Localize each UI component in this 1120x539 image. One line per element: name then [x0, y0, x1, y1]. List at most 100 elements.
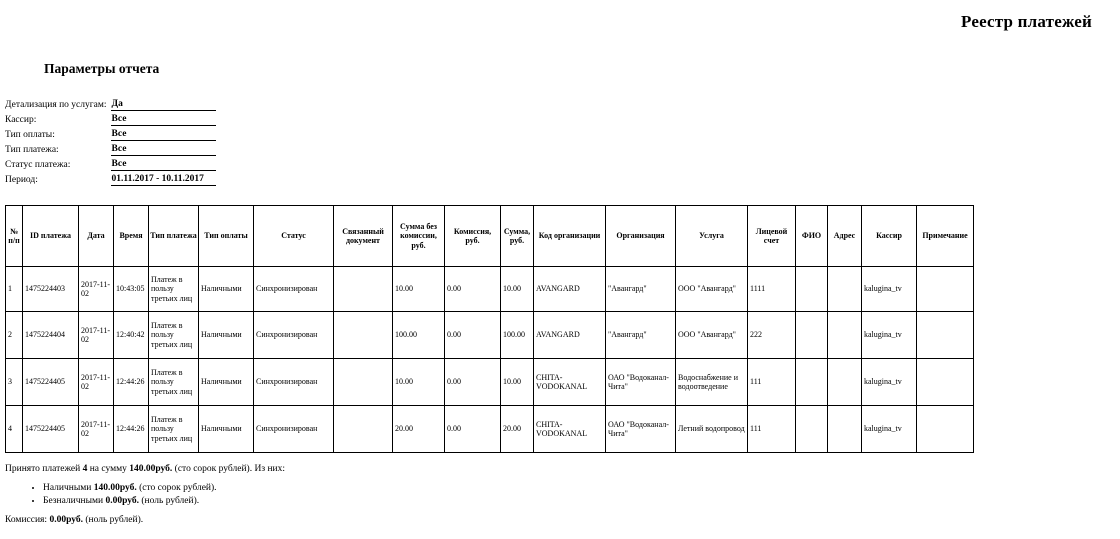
cell-payment-type: Платеж в пользу третьих лиц: [148, 266, 199, 312]
cell-time: 10:43:05: [113, 266, 149, 312]
cell-sum: 100.00: [500, 311, 534, 359]
cell-account: 222: [747, 311, 796, 359]
cell-cashier: kalugina_tv: [861, 266, 917, 312]
cell-address: [827, 358, 862, 406]
cell-commission: 0.00: [444, 311, 501, 359]
cell-time: 12:44:26: [113, 405, 149, 453]
cell-note: [916, 358, 974, 406]
cell-organization: ОАО "Водоканал-Чита": [605, 405, 676, 453]
cell-org-code: AVANGARD: [533, 266, 606, 312]
summary-total-count: 4: [82, 464, 88, 474]
cell-cashier: kalugina_tv: [861, 405, 917, 453]
payments-register-table: № п/п ID платежа Дата Время Тип платежа …: [5, 205, 974, 453]
parameter-label: Период:: [5, 174, 38, 185]
page-title: Реестр платежей: [961, 12, 1092, 31]
summary-total-mid: на сумму: [89, 464, 127, 474]
cell-status: Синхронизирован: [253, 405, 334, 453]
cell-fio: [795, 311, 828, 359]
cell-organization: "Авангард": [605, 266, 676, 312]
parameter-row: Период: 01.11.2017 - 10.11.2017: [5, 170, 216, 186]
parameter-label: Статус платежа:: [5, 159, 71, 170]
cell-fio: [795, 405, 828, 453]
cell-pay-method: Наличными: [198, 405, 254, 453]
table-header: № п/п ID платежа Дата Время Тип платежа …: [5, 205, 974, 267]
cell-sum-no-comm: 10.00: [392, 358, 445, 406]
cell-fio: [795, 266, 828, 312]
cell-note: [916, 405, 974, 453]
cell-date: 2017-11-02: [78, 405, 114, 453]
cell-fio: [795, 358, 828, 406]
cell-service: ООО "Авангард": [675, 311, 748, 359]
col-header-time: Время: [113, 205, 149, 267]
cell-status: Синхронизирован: [253, 266, 334, 312]
cell-payment-type: Платеж в пользу третьих лиц: [148, 405, 199, 453]
summary-total-amount: 140.00руб.: [129, 464, 173, 474]
cell-note: [916, 266, 974, 312]
report-parameters-table: Детализация по услугам: Да Кассир: Все Т…: [5, 96, 216, 186]
parameter-value: Все: [110, 110, 216, 126]
cell-pay-method: Наличными: [198, 358, 254, 406]
parameter-row: Кассир: Все: [5, 110, 216, 126]
col-header-account: Лицевой счет: [747, 205, 796, 267]
parameter-row: Тип оплаты: Все: [5, 125, 216, 141]
summary-commission-line: Комиссия: 0.00руб. (ноль рублей).: [5, 514, 285, 527]
cell-payment-id: 1475224405: [22, 358, 79, 406]
summary-commission-amount: 0.00руб.: [49, 515, 83, 525]
col-header-payment-type: Тип платежа: [148, 205, 199, 267]
col-header-fio: ФИО: [795, 205, 828, 267]
cell-sum: 20.00: [500, 405, 534, 453]
cell-address: [827, 311, 862, 359]
table-row: 3 1475224405 2017-11-02 12:44:26 Платеж …: [5, 358, 974, 406]
parameter-label: Кассир:: [5, 114, 37, 125]
col-header-service: Услуга: [675, 205, 748, 267]
parameter-value: Все: [110, 125, 216, 141]
summary-cashless-item: Безналичными 0.00руб. (ноль рублей).: [43, 495, 285, 507]
summary-cashless-amount: 0.00руб.: [105, 496, 140, 506]
cell-sum: 10.00: [500, 266, 534, 312]
cell-payment-id: 1475224405: [22, 405, 79, 453]
summary-commission-words: (ноль рублей).: [85, 515, 144, 525]
cell-org-code: CHITA-VODOKANAL: [533, 405, 606, 453]
table-row: 2 1475224404 2017-11-02 12:40:42 Платеж …: [5, 311, 974, 359]
cell-service: Водоснабжение и водоотведение: [675, 358, 748, 406]
parameter-row: Детализация по услугам: Да: [5, 96, 216, 111]
col-header-cashier: Кассир: [861, 205, 917, 267]
cell-date: 2017-11-02: [78, 266, 114, 312]
cell-sum-no-comm: 10.00: [392, 266, 445, 312]
cell-org-code: AVANGARD: [533, 311, 606, 359]
cell-commission: 0.00: [444, 358, 501, 406]
summary-cashless-words: (ноль рублей).: [141, 496, 200, 506]
summary-total-prefix: Принято платежей: [5, 464, 81, 474]
summary-cash-words: (сто сорок рублей).: [139, 483, 217, 493]
col-header-note: Примечание: [916, 205, 974, 267]
col-header-sum: Сумма, руб.: [500, 205, 534, 267]
cell-sum-no-comm: 20.00: [392, 405, 445, 453]
cell-payment-type: Платеж в пользу третьих лиц: [148, 311, 199, 359]
summary-cash-label: Наличными: [43, 483, 92, 493]
summary-section: Принято платежей 4 на сумму 140.00руб. (…: [5, 463, 285, 527]
cell-status: Синхронизирован: [253, 358, 334, 406]
cell-date: 2017-11-02: [78, 311, 114, 359]
cell-sum-no-comm: 100.00: [392, 311, 445, 359]
cell-address: [827, 266, 862, 312]
cell-sum: 10.00: [500, 358, 534, 406]
col-header-no: № п/п: [5, 205, 23, 267]
cell-time: 12:40:42: [113, 311, 149, 359]
cell-account: 111: [747, 358, 796, 406]
cell-cashier: kalugina_tv: [861, 311, 917, 359]
parameter-value: 01.11.2017 - 10.11.2017: [110, 170, 216, 186]
cell-pay-method: Наличными: [198, 266, 254, 312]
cell-payment-type: Платеж в пользу третьих лиц: [148, 358, 199, 406]
cell-note: [916, 311, 974, 359]
cell-payment-id: 1475224403: [22, 266, 79, 312]
col-header-commission: Комиссия, руб.: [444, 205, 501, 267]
col-header-payment-id: ID платежа: [22, 205, 79, 267]
cell-account: 1111: [747, 266, 796, 312]
parameter-label: Детализация по услугам:: [5, 99, 107, 110]
parameter-value: Все: [110, 140, 216, 156]
col-header-organization: Организация: [605, 205, 676, 267]
cell-address: [827, 405, 862, 453]
table-body: 1 1475224403 2017-11-02 10:43:05 Платеж …: [5, 266, 974, 453]
cell-payment-id: 1475224404: [22, 311, 79, 359]
parameter-label: Тип оплаты:: [5, 129, 55, 140]
